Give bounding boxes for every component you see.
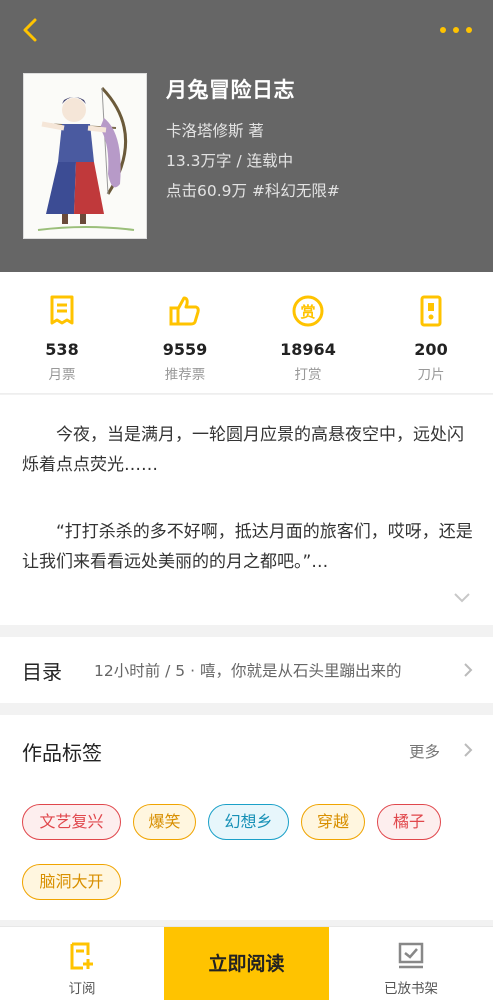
- book-clicks-and-genre: 点击60.9万 #科幻无限#: [166, 182, 340, 200]
- on-shelf-button[interactable]: 已放书架: [329, 927, 493, 1000]
- stats-bar: 538 月票 9559 推荐票 赏 18964 打赏 200 刀片: [0, 272, 493, 394]
- ticket-icon: [50, 295, 74, 325]
- bottom-action-bar: 订阅 立即阅读 已放书架: [0, 926, 493, 1000]
- book-word-count: 13.3万字 / 连载中: [166, 152, 294, 170]
- stat-value: 200: [414, 340, 448, 359]
- svg-text:赏: 赏: [300, 303, 315, 321]
- stat-value: 18964: [280, 340, 336, 359]
- on-shelf-label: 已放书架: [384, 981, 438, 997]
- stat-label: 刀片: [417, 367, 445, 383]
- chevron-right-icon: [464, 663, 473, 677]
- catalog-row[interactable]: 目录 12小时前 / 5 · 嘻，你就是从石头里蹦出来的: [0, 637, 493, 703]
- tags-more-link[interactable]: 更多: [409, 740, 440, 762]
- reward-coin-icon: 赏: [292, 295, 324, 327]
- tag-chip[interactable]: 爆笑: [133, 804, 196, 840]
- stat-label: 推荐票: [164, 367, 206, 383]
- synopsis-paragraph: 今夜，当是满月，一轮圆月应景的高悬夜空中，远处闪烁着点点荧光……: [22, 425, 464, 475]
- bookshelf-check-icon: [398, 942, 424, 969]
- back-arrow-icon[interactable]: [18, 16, 44, 44]
- chevron-right-icon[interactable]: [463, 742, 473, 758]
- tag-chip[interactable]: 橘子: [377, 804, 441, 840]
- subscribe-add-icon: [70, 942, 93, 970]
- stat-blade[interactable]: 200 刀片: [376, 294, 486, 383]
- synopsis-section[interactable]: 今夜，当是满月，一轮圆月应景的高悬夜空中，远处闪烁着点点荧光…… “打打杀杀的多…: [0, 395, 493, 625]
- synopsis-paragraph: “打打杀杀的多不好啊，抵达月面的旅客们，哎呀，还是让我们来看看远处美丽的的月之都…: [22, 522, 473, 572]
- stat-recommend-ticket[interactable]: 9559 推荐票: [130, 294, 240, 383]
- tag-chip[interactable]: 穿越: [301, 804, 365, 840]
- tag-chip[interactable]: 文艺复兴: [22, 804, 121, 840]
- subscribe-label: 订阅: [68, 981, 96, 997]
- book-cover[interactable]: [23, 73, 147, 239]
- tag-chip[interactable]: 脑洞大开: [22, 864, 121, 900]
- cover-illustration: [24, 74, 146, 238]
- stat-label: 打赏: [294, 367, 322, 383]
- blade-icon: [420, 295, 442, 327]
- book-author[interactable]: 卡洛塔修斯 著: [166, 119, 264, 141]
- subscribe-button[interactable]: 订阅: [0, 927, 164, 1000]
- stat-monthly-ticket[interactable]: 538 月票: [7, 294, 117, 383]
- tags-heading: 作品标签: [22, 741, 102, 765]
- stat-reward[interactable]: 赏 18964 打赏: [253, 294, 363, 383]
- catalog-label: 目录: [22, 660, 62, 684]
- stat-value: 9559: [162, 340, 208, 359]
- book-title: 月兔冒险日志: [166, 78, 295, 102]
- tag-chip[interactable]: 幻想乡: [208, 804, 289, 840]
- latest-chapter-info: 12小时前 / 5 · 嘻，你就是从石头里蹦出来的: [94, 662, 402, 680]
- more-options-icon[interactable]: [439, 20, 473, 40]
- book-header: 月兔冒险日志 卡洛塔修斯 著 13.3万字 / 连载中 点击60.9万 #科幻无…: [0, 0, 493, 272]
- stat-label: 月票: [48, 367, 76, 383]
- thumbs-up-icon: [169, 296, 200, 326]
- tags-section: 作品标签 更多 文艺复兴 爆笑 幻想乡 穿越 橘子 脑洞大开: [0, 715, 493, 920]
- read-now-button[interactable]: 立即阅读: [164, 927, 329, 1000]
- expand-chevron-icon[interactable]: [453, 592, 471, 604]
- stat-value: 538: [45, 340, 79, 359]
